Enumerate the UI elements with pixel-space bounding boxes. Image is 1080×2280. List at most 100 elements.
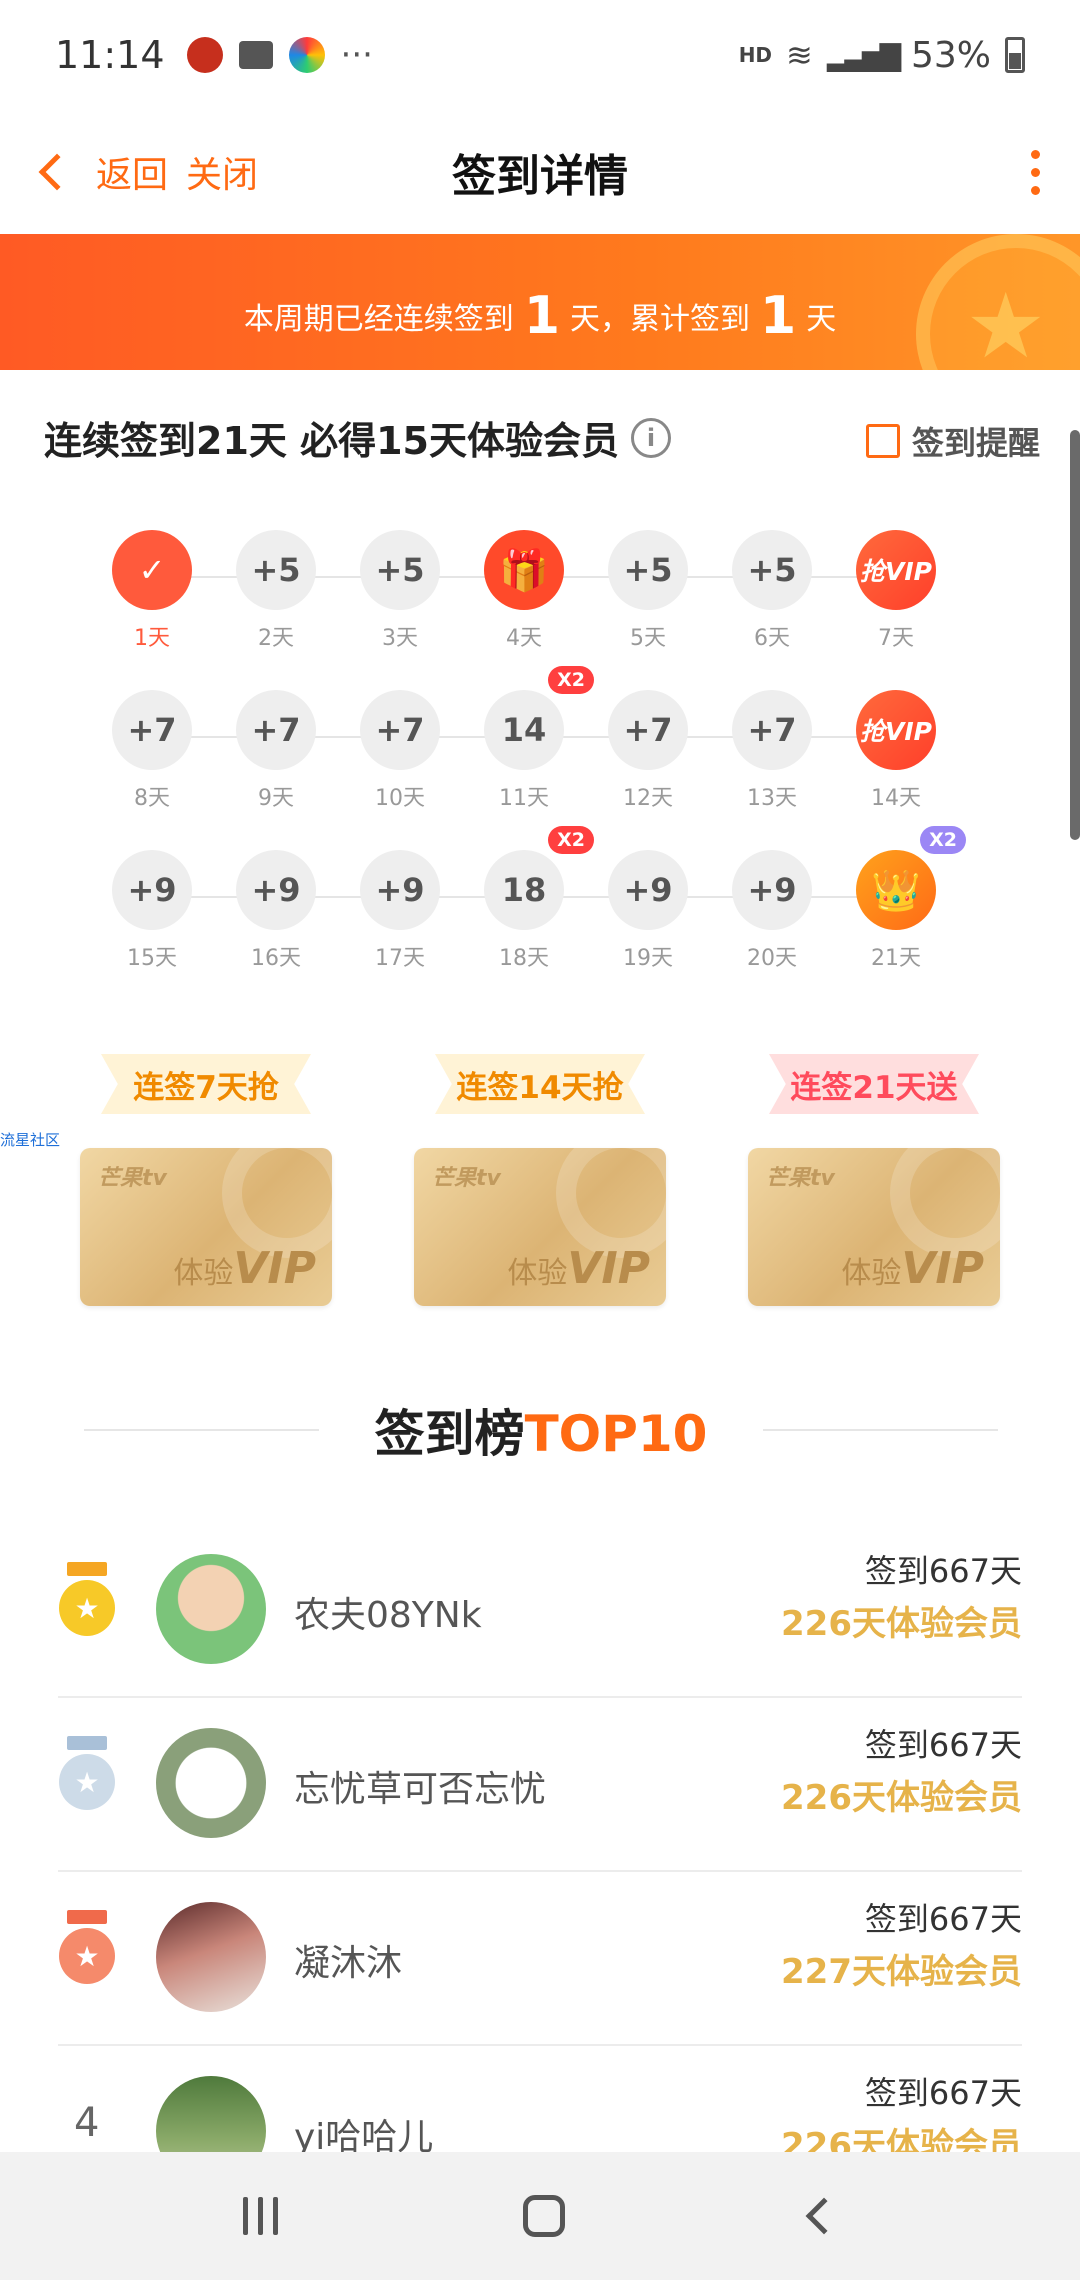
leaderboard-row[interactable]: ★ 忘忧草可否忘忧 签到667天 226天体验会员	[58, 1698, 1022, 1872]
reward-ribbon: 连签14天抢	[435, 1054, 645, 1114]
day-cell[interactable]: 🎁 4天	[474, 530, 574, 652]
day-cell[interactable]: +7 12天	[598, 690, 698, 812]
points-bubble: +9	[360, 850, 440, 930]
signin-calendar: ✓ 1天 +5 2天 +5 3天 🎁 4天 +5 5天 +5 6天 抢VIP 7天 +7 8天 …	[112, 530, 982, 1010]
day-label: 18天	[499, 946, 549, 971]
card-decoration	[222, 1148, 332, 1258]
scrollbar[interactable]	[1070, 430, 1080, 840]
points-bubble: +9	[732, 850, 812, 930]
info-icon[interactable]: i	[631, 417, 671, 458]
day-cell[interactable]: +9 15天	[102, 850, 202, 972]
divider	[763, 1429, 998, 1431]
day-label: 6天	[754, 626, 790, 651]
streak-count: 1	[523, 286, 560, 346]
day-label: 17天	[375, 946, 425, 971]
day-cell[interactable]: +7 9天	[226, 690, 326, 812]
double-badge: X2	[548, 826, 594, 854]
points-bubble: +7	[732, 690, 812, 770]
day-cell[interactable]: +5 2天	[226, 530, 326, 652]
day-cell[interactable]: +7 10天	[350, 690, 450, 812]
more-notifications-icon: ···	[340, 35, 373, 75]
leaderboard-row[interactable]: ★ 农夫08YNk 签到667天 226天体验会员	[58, 1524, 1022, 1698]
day-cell[interactable]: +7 8天	[102, 690, 202, 812]
avatar[interactable]	[156, 1728, 266, 1838]
day-label: 20天	[747, 946, 797, 971]
points-value: 18	[501, 871, 547, 909]
avatar[interactable]	[156, 1554, 266, 1664]
double-badge: X2	[920, 826, 966, 854]
reward-21-days[interactable]: 连签21天送 芒果tv 体验VIP	[748, 1054, 1000, 1306]
card-vip: VIP	[567, 1243, 650, 1294]
avatar[interactable]	[156, 1902, 266, 2012]
day-label: 5天	[630, 626, 666, 651]
vip-days: 226天体验会员	[781, 1604, 1022, 1644]
points-bubble: 14 X2	[484, 666, 594, 770]
day-label: 11天	[499, 786, 549, 811]
reminder-toggle[interactable]: 签到提醒	[865, 418, 1040, 464]
grab-vip-icon: 抢VIP	[856, 530, 936, 610]
more-menu-icon[interactable]	[1031, 149, 1040, 195]
day-label: 12天	[623, 786, 673, 811]
system-back-icon[interactable]	[805, 2197, 843, 2235]
points-bubble: +7	[112, 690, 192, 770]
status-time: 11:14	[55, 33, 165, 77]
mango-tv-logo: 芒果tv	[432, 1166, 501, 1191]
day-label: 19天	[623, 946, 673, 971]
app-icon	[288, 37, 325, 73]
day-cell[interactable]: ✓ 1天	[102, 530, 202, 652]
day-cell[interactable]: +9 17天	[350, 850, 450, 972]
user-name: 忘忧草可否忘忧	[294, 1769, 547, 1810]
user-name: 农夫08YNk	[294, 1595, 482, 1636]
crown-glyph: 👑	[871, 867, 921, 914]
day-label: 4天	[506, 626, 542, 651]
back-button[interactable]: 返回	[96, 146, 168, 198]
mango-vip-card[interactable]: 芒果tv 体验VIP	[748, 1148, 1000, 1306]
vip-card-label: 体验VIP	[507, 1243, 650, 1294]
vip-days: 226天体验会员	[781, 1778, 1022, 1818]
day-cell[interactable]: +9 20天	[722, 850, 822, 972]
back-chevron-icon[interactable]	[38, 153, 76, 191]
status-bar: 11:14 ··· HD ≋ ▂▃▅▇ 53%	[0, 0, 1080, 110]
mango-vip-card[interactable]: 芒果tv 体验VIP	[80, 1148, 332, 1306]
vip-card-label: 体验VIP	[173, 1243, 316, 1294]
points-bubble: +9	[608, 850, 688, 930]
close-button[interactable]: 关闭	[186, 146, 258, 198]
home-icon[interactable]	[523, 2195, 566, 2237]
day-cell[interactable]: +5 5天	[598, 530, 698, 652]
reward-7-days[interactable]: 连签7天抢 芒果tv 体验VIP	[80, 1054, 332, 1306]
system-nav-bar	[0, 2152, 1080, 2280]
day-cell[interactable]: +7 13天	[722, 690, 822, 812]
points-bubble: +5	[608, 530, 688, 610]
calendar-row-3: +9 15天 +9 16天 +9 17天 18 X2 18天 +9 19天 +9 20天 👑 X…	[112, 826, 982, 1010]
day-label: 3天	[382, 626, 418, 651]
notification-icons: ···	[186, 35, 373, 75]
day-cell[interactable]: +5 6天	[722, 530, 822, 652]
calendar-row-1: ✓ 1天 +5 2天 +5 3天 🎁 4天 +5 5天 +5 6天 抢VIP 7天	[112, 530, 982, 690]
recent-apps-icon[interactable]	[242, 2197, 278, 2235]
mango-vip-card[interactable]: 芒果tv 体验VIP	[414, 1148, 666, 1306]
vip-days: 227天体验会员	[781, 1952, 1022, 1992]
day-label: 21天	[871, 946, 921, 971]
day-label: 10天	[375, 786, 425, 811]
rank-number: 4	[74, 2100, 100, 2146]
day-cell[interactable]: 抢VIP 7天	[846, 530, 946, 652]
reward-14-days[interactable]: 连签14天抢 芒果tv 体验VIP	[414, 1054, 666, 1306]
day-cell[interactable]: 14 X2 11天	[474, 666, 594, 812]
message-icon	[238, 41, 273, 69]
mango-tv-logo: 芒果tv	[766, 1166, 835, 1191]
day-cell[interactable]: +9 16天	[226, 850, 326, 972]
day-cell[interactable]: 18 X2 18天	[474, 826, 594, 972]
gold-medal-icon: ★	[58, 1562, 116, 1642]
points-bubble: +5	[236, 530, 316, 610]
signin-days: 签到667天	[864, 1552, 1022, 1590]
day-cell[interactable]: +5 3天	[350, 530, 450, 652]
signal-icon: ▂▃▅▇	[826, 38, 901, 72]
day-cell[interactable]: 👑 X2 21天	[846, 826, 966, 972]
crown-icon: 👑 X2	[856, 826, 966, 930]
checked-icon: ✓	[112, 530, 192, 610]
points-bubble: +5	[360, 530, 440, 610]
day-cell[interactable]: 抢VIP 14天	[846, 690, 946, 812]
reminder-checkbox[interactable]	[865, 424, 900, 458]
leaderboard-row[interactable]: ★ 凝沐沐 签到667天 227天体验会员	[58, 1872, 1022, 2046]
day-cell[interactable]: +9 19天	[598, 850, 698, 972]
